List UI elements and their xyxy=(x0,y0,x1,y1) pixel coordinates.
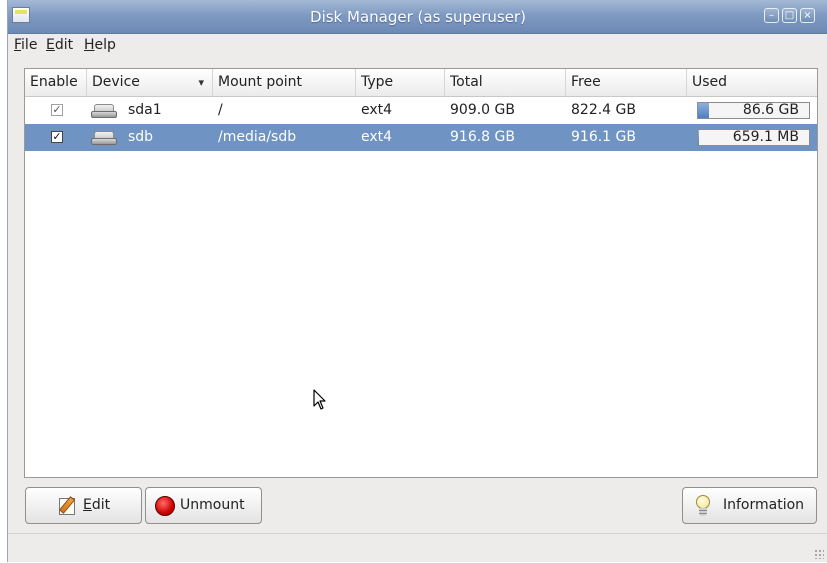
close-icon[interactable]: × xyxy=(800,8,815,23)
maximize-icon[interactable]: □ xyxy=(782,8,797,23)
device-name: sda1 xyxy=(128,102,162,118)
edit-icon xyxy=(59,498,75,515)
stop-icon xyxy=(155,496,175,516)
disk-manager-window: Disk Manager (as superuser) – □ × File E… xyxy=(7,0,827,562)
enable-checkbox[interactable]: ✓ xyxy=(51,104,63,116)
drive-icon xyxy=(91,104,117,118)
free-size: 916.1 GB xyxy=(571,129,636,145)
menu-help[interactable]: Help xyxy=(84,37,116,53)
column-device[interactable]: Device ▾ xyxy=(87,69,213,96)
mount-point: / xyxy=(218,102,223,118)
edit-button-label: Edit xyxy=(83,497,111,513)
mount-point: /media/sdb xyxy=(218,129,297,145)
enable-checkbox[interactable]: ✓ xyxy=(51,131,63,143)
column-free[interactable]: Free xyxy=(566,69,687,96)
used-size: 86.6 GB xyxy=(742,102,799,118)
used-size: 659.1 MB xyxy=(732,129,799,145)
minimize-icon[interactable]: – xyxy=(764,8,779,23)
status-bar xyxy=(8,533,827,563)
usage-bar-fill xyxy=(698,130,699,145)
information-button[interactable]: Information xyxy=(682,487,817,524)
usage-bar: 86.6 GB xyxy=(697,102,810,119)
column-type[interactable]: Type xyxy=(356,69,445,96)
unmount-button[interactable]: Unmount xyxy=(145,487,262,524)
column-enable[interactable]: Enable xyxy=(25,69,87,96)
column-mount-point[interactable]: Mount point xyxy=(213,69,356,96)
lightbulb-icon xyxy=(695,495,711,517)
total-size: 909.0 GB xyxy=(450,102,515,118)
column-used[interactable]: Used xyxy=(687,69,817,96)
menu-edit[interactable]: Edit xyxy=(46,37,73,53)
table-row[interactable]: ✓ sda1 / ext4 909.0 GB 822.4 GB 86.6 GB xyxy=(25,97,817,124)
unmount-button-label: Unmount xyxy=(180,497,245,513)
fs-type: ext4 xyxy=(361,129,393,145)
device-name: sdb xyxy=(128,129,154,145)
drive-icon xyxy=(91,131,117,145)
window-title: Disk Manager (as superuser) xyxy=(310,8,526,26)
title-bar[interactable]: Disk Manager (as superuser) – □ × xyxy=(8,0,827,34)
usage-bar-fill xyxy=(698,103,709,118)
table-header: Enable Device ▾ Mount point Type Total F… xyxy=(25,69,817,97)
disk-list: Enable Device ▾ Mount point Type Total F… xyxy=(24,68,818,478)
information-button-label: Information xyxy=(723,497,805,513)
resize-grip-icon[interactable] xyxy=(814,549,824,559)
column-device-label: Device xyxy=(92,74,140,90)
free-size: 822.4 GB xyxy=(571,102,636,118)
column-total[interactable]: Total xyxy=(445,69,566,96)
mouse-pointer-icon xyxy=(313,389,326,410)
edit-button[interactable]: Edit xyxy=(25,487,142,524)
usage-bar: 659.1 MB xyxy=(697,129,810,146)
total-size: 916.8 GB xyxy=(450,129,515,145)
menu-bar: File Edit Help xyxy=(8,34,827,58)
chevron-down-icon: ▾ xyxy=(198,76,204,89)
table-row[interactable]: ✓ sdb /media/sdb ext4 916.8 GB 916.1 GB … xyxy=(25,124,817,151)
fs-type: ext4 xyxy=(361,102,393,118)
menu-file[interactable]: File xyxy=(14,37,37,53)
